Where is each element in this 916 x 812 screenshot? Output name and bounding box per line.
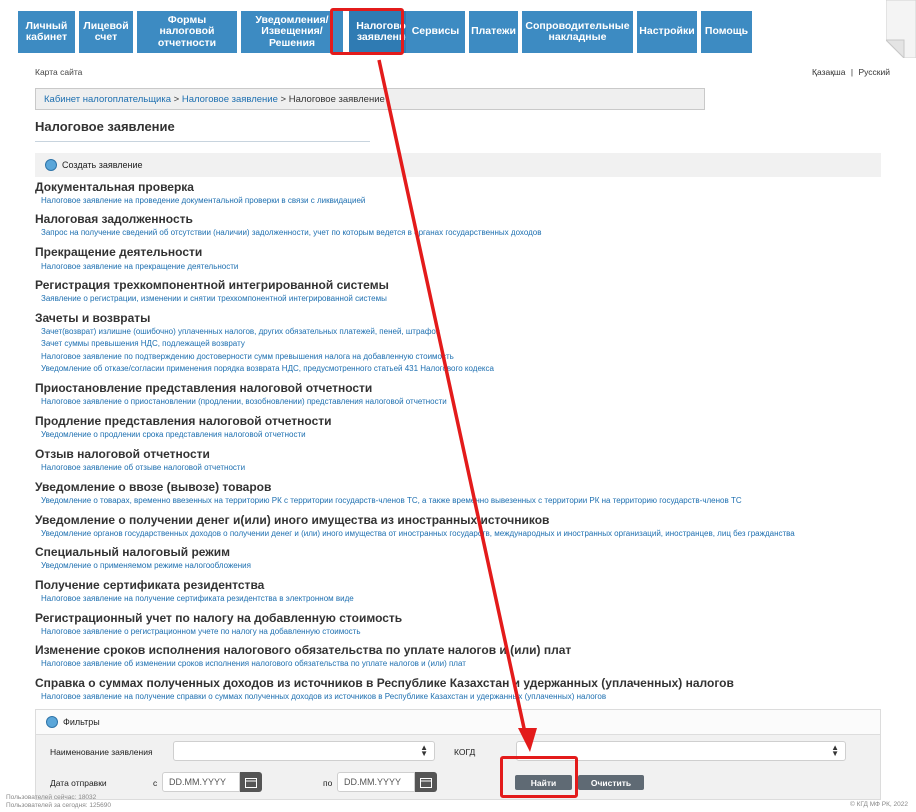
application-link[interactable]: Налоговое заявление об изменении сроков …: [41, 659, 466, 668]
nav-help[interactable]: Помощь: [701, 11, 752, 53]
nav-tax-forms[interactable]: Формы налоговой отчетности: [137, 11, 237, 53]
date-to-label: по: [323, 778, 333, 788]
application-link[interactable]: Зачет(возврат) излишне (ошибочно) уплаче…: [41, 327, 440, 336]
page-title: Налоговое заявление: [35, 119, 175, 134]
application-link[interactable]: Уведомление о применяемом режиме налогоо…: [41, 561, 251, 570]
users-online-counter: Пользователей сейчас: 18032: [6, 794, 97, 801]
title-divider: [35, 141, 370, 142]
calendar-icon[interactable]: [240, 772, 262, 792]
application-link[interactable]: Налоговое заявление на прекращение деяте…: [41, 262, 238, 271]
application-name-select[interactable]: ▲ ▼: [173, 741, 435, 761]
application-link[interactable]: Налоговое заявление на получение справки…: [41, 692, 606, 701]
section-title: Прекращение деятельности: [35, 245, 203, 259]
date-to-input[interactable]: DD.MM.YYYY: [337, 772, 415, 792]
clear-button[interactable]: Очистить: [578, 775, 644, 790]
section-title: Получение сертификата резидентства: [35, 578, 265, 592]
section-title: Налоговая задолженность: [35, 212, 193, 226]
application-link[interactable]: Налоговое заявление по подтверждению дос…: [41, 352, 454, 361]
page-fold-icon: [886, 0, 916, 58]
filters-title: Фильтры: [63, 717, 100, 727]
kogd-label: КОГД: [454, 747, 476, 757]
search-highlight-box: [500, 756, 578, 798]
application-link[interactable]: Налоговое заявление об отзыве налоговой …: [41, 463, 245, 472]
application-name-label: Наименование заявления: [50, 747, 153, 757]
application-link[interactable]: Налоговое заявление на проведение докуме…: [41, 196, 365, 205]
lang-kz-link[interactable]: Қазақша: [812, 67, 845, 77]
date-from-label: с: [153, 778, 158, 788]
section-title: Уведомление о получении денег и(или) ино…: [35, 513, 550, 527]
sort-arrows-icon: ▲ ▼: [831, 743, 839, 758]
breadcrumb-tax-application[interactable]: Налоговое заявление: [182, 94, 278, 105]
breadcrumb-separator: >: [280, 94, 287, 105]
lang-separator: |: [850, 67, 854, 77]
users-today-counter: Пользователей за сегодня: 125690: [6, 802, 112, 809]
section-title: Приостановление представления налоговой …: [35, 381, 373, 395]
application-link[interactable]: Уведомление органов государственных дохо…: [41, 529, 795, 538]
info-circle-icon: [45, 159, 57, 171]
application-link[interactable]: Налоговое заявление на получение сертифи…: [41, 594, 354, 603]
breadcrumb-separator: >: [173, 94, 180, 105]
breadcrumb-cabinet[interactable]: Кабинет налогоплательщика: [44, 94, 171, 105]
nav-notifications[interactable]: Уведомления/ Извещения/ Решения: [241, 11, 343, 53]
application-link[interactable]: Налоговое заявление о регистрационном уч…: [41, 627, 361, 636]
section-title: Регистрация трехкомпонентной интегрирова…: [35, 278, 389, 292]
filters-panel: Фильтры Наименование заявления ▲ ▼ КОГД ▲…: [35, 709, 881, 800]
lang-ru-link[interactable]: Русский: [858, 67, 890, 77]
section-title: Документальная проверка: [35, 180, 194, 194]
section-title: Регистрационный учет по налогу на добавл…: [35, 611, 403, 625]
filters-header: Фильтры: [36, 710, 880, 735]
sort-arrows-icon: ▲ ▼: [420, 743, 428, 758]
nav-services[interactable]: Сервисы: [406, 11, 465, 53]
application-link[interactable]: Уведомление об отказе/согласии применени…: [41, 364, 494, 373]
application-link[interactable]: Уведомление о продлении срока представле…: [41, 430, 306, 439]
calendar-icon[interactable]: [415, 772, 437, 792]
application-link[interactable]: Заявление о регистрации, изменении и сня…: [41, 294, 387, 303]
create-application-label: Создать заявление: [62, 160, 143, 170]
date-from-input[interactable]: DD.MM.YYYY: [162, 772, 240, 792]
section-title: Зачеты и возвраты: [35, 311, 151, 325]
nav-waybills[interactable]: Сопроводительные накладные: [522, 11, 633, 53]
nav-settings[interactable]: Настройки: [637, 11, 697, 53]
send-date-label: Дата отправки: [50, 778, 107, 788]
section-title: Специальный налоговый режим: [35, 545, 231, 559]
application-link[interactable]: Налоговое заявление о приостановлении (п…: [41, 397, 447, 406]
nav-personal-account[interactable]: Лицевой счет: [79, 11, 133, 53]
copyright: © КГД МФ РК, 2022: [850, 801, 908, 808]
application-link[interactable]: Запрос на получение сведений об отсутств…: [41, 228, 541, 237]
breadcrumb: Кабинет налогоплательщика > Налоговое за…: [35, 88, 705, 110]
application-link[interactable]: Зачет суммы превышения НДС, подлежащей в…: [41, 339, 245, 348]
top-links: Карта сайта Қазақша | Русский: [35, 67, 890, 77]
nav-highlight-box: [330, 8, 404, 55]
section-title: Продление представления налоговой отчетн…: [35, 414, 332, 428]
create-application-header: Создать заявление: [35, 153, 881, 177]
section-title: Справка о суммах полученных доходов из и…: [35, 676, 734, 690]
breadcrumb-current: Налоговое заявление: [288, 94, 385, 105]
nav-payments[interactable]: Платежи: [469, 11, 518, 53]
application-link[interactable]: Уведомление о товарах, временно ввезенны…: [41, 496, 742, 505]
section-title: Уведомление о ввозе (вывозе) товаров: [35, 480, 272, 494]
info-circle-icon: [46, 716, 58, 728]
language-switcher: Қазақша | Русский: [812, 67, 890, 77]
nav-personal-cabinet[interactable]: Личный кабинет: [18, 11, 75, 53]
section-title: Отзыв налоговой отчетности: [35, 447, 210, 461]
section-title: Изменение сроков исполнения налогового о…: [35, 643, 572, 657]
sitemap-link[interactable]: Карта сайта: [35, 67, 82, 77]
